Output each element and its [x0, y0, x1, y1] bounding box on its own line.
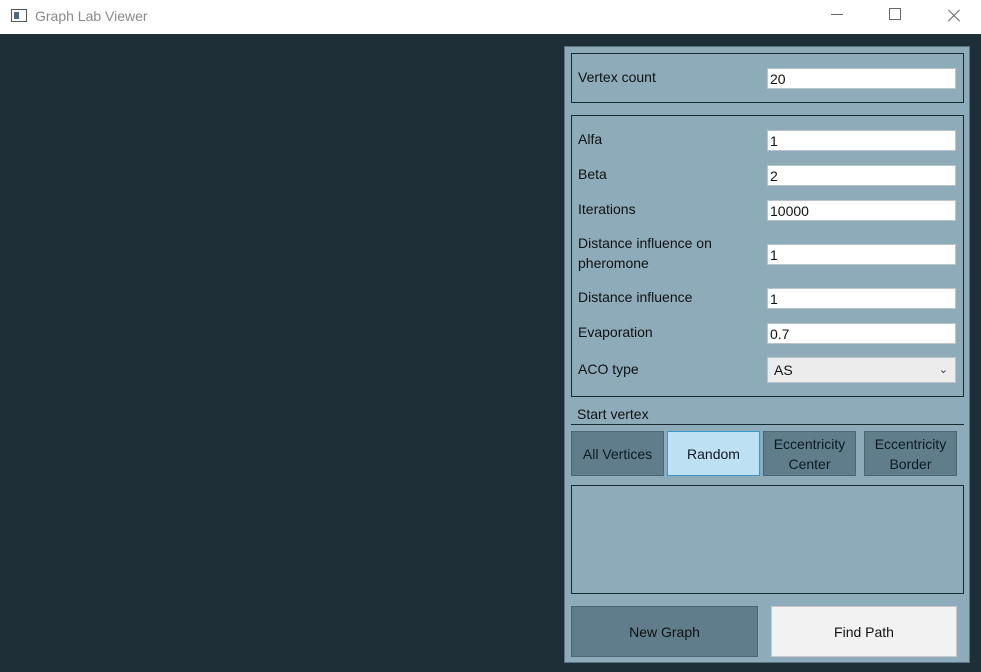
evaporation-input[interactable]: [767, 323, 956, 344]
vertex-count-label: Vertex count: [578, 69, 656, 85]
random-button[interactable]: Random: [667, 431, 760, 476]
evaporation-label: Evaporation: [578, 324, 653, 340]
new-graph-button[interactable]: New Graph: [571, 606, 758, 657]
start-vertex-divider: [571, 424, 964, 425]
title-bar: Graph Lab Viewer: [0, 0, 981, 34]
alfa-label: Alfa: [578, 131, 603, 147]
eccentricity-border-button[interactable]: Eccentricity Border: [864, 431, 957, 476]
distance-pheromone-input[interactable]: [767, 244, 956, 265]
beta-label: Beta: [578, 166, 607, 182]
distance-influence-input[interactable]: [767, 288, 956, 309]
close-button[interactable]: [923, 0, 981, 34]
eccentricity-border-line2: Border: [889, 455, 932, 472]
window-title: Graph Lab Viewer: [35, 8, 148, 24]
iterations-input[interactable]: [767, 200, 956, 221]
eccentricity-center-label: Eccentricity Center: [774, 434, 846, 474]
distance-pheromone-label: Distance influence on pheromone: [578, 233, 712, 273]
eccentricity-center-line2: Center: [788, 455, 831, 472]
eccentricity-center-button[interactable]: Eccentricity Center: [763, 431, 856, 476]
aco-type-select[interactable]: AS ⌄: [767, 357, 956, 383]
random-label: Random: [687, 445, 740, 462]
iterations-label: Iterations: [578, 201, 636, 217]
window-icon: [11, 9, 27, 22]
settings-panel: Vertex count Alfa Beta Iterations Distan…: [564, 46, 970, 663]
aco-type-label: ACO type: [578, 361, 639, 377]
eccentricity-border-line1: Eccentricity: [874, 435, 947, 452]
eccentricity-border-label: Eccentricity Border: [875, 434, 947, 474]
distance-pheromone-label-line2: pheromone: [578, 255, 649, 271]
all-vertices-button[interactable]: All Vertices: [571, 431, 664, 476]
new-graph-label: New Graph: [629, 623, 700, 640]
maximize-button[interactable]: [866, 0, 924, 34]
aco-parameters-group: Alfa Beta Iterations Distance influence …: [571, 115, 964, 397]
aco-type-value: AS: [774, 362, 793, 378]
minimize-button[interactable]: [808, 0, 866, 34]
start-vertex-label: Start vertex: [577, 406, 649, 422]
find-path-button[interactable]: Find Path: [771, 606, 957, 657]
vertex-count-input[interactable]: [767, 68, 956, 89]
all-vertices-label: All Vertices: [582, 445, 653, 462]
distance-influence-label: Distance influence: [578, 289, 693, 305]
distance-pheromone-label-line1: Distance influence on: [578, 235, 712, 251]
find-path-label: Find Path: [834, 623, 894, 640]
alfa-input[interactable]: [767, 130, 956, 151]
eccentricity-center-line1: Eccentricity: [773, 435, 846, 452]
vertex-count-group: Vertex count: [571, 53, 964, 103]
result-output-box: [571, 485, 964, 594]
beta-input[interactable]: [767, 165, 956, 186]
chevron-down-icon: ⌄: [938, 364, 948, 376]
